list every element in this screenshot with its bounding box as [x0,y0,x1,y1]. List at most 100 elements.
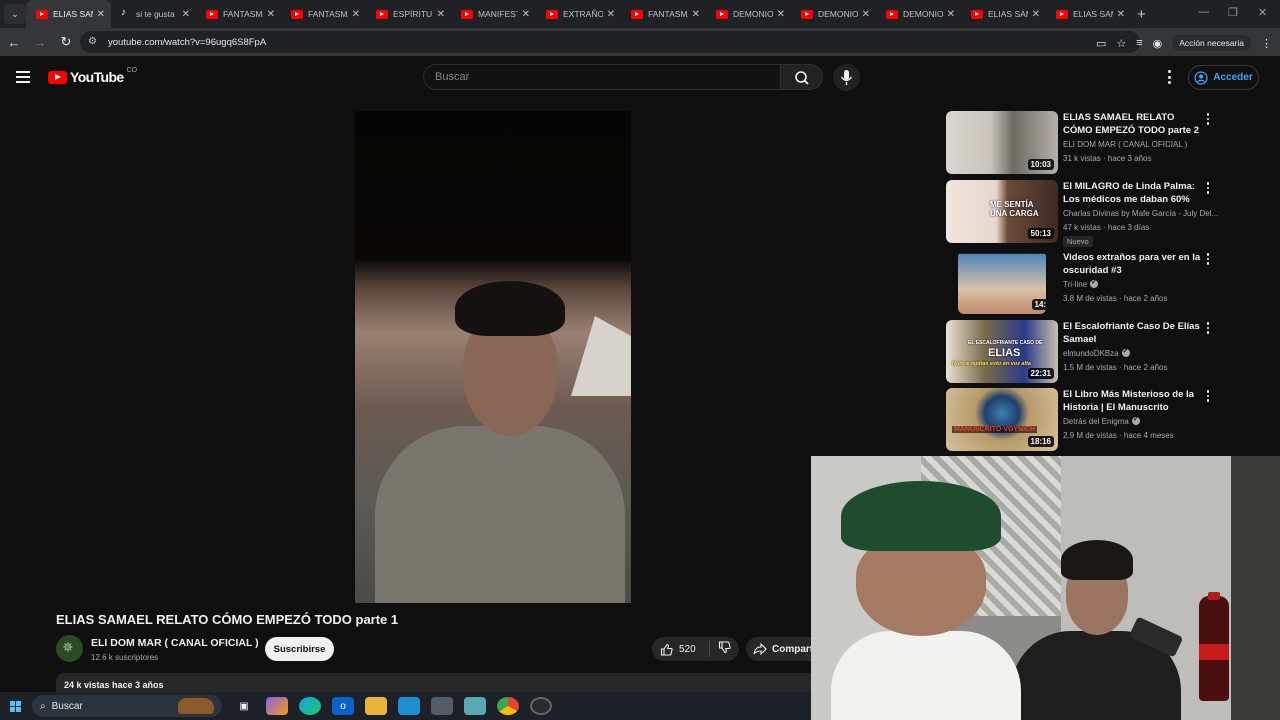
recommendation-meta: 47 k vistas · hace 3 días [1063,223,1150,232]
recommendation-channel[interactable]: Tri-line [1063,280,1218,289]
reading-list-icon[interactable]: ≡ [1136,37,1142,49]
browser-menu-icon[interactable]: ⋮ [1261,37,1272,50]
thumbs-up-icon [660,643,673,656]
file-explorer-icon[interactable] [365,697,387,715]
more-actions-icon[interactable] [1204,322,1212,336]
close-tab-icon[interactable]: ✕ [1032,9,1040,20]
more-actions-icon[interactable] [1204,182,1212,196]
recommendation-title[interactable]: El Libro Más Misterioso de la Historia |… [1063,388,1203,414]
browser-tab[interactable]: ELIAS SAMAEL ✕ [26,0,111,28]
close-tab-icon[interactable]: ✕ [437,9,445,20]
close-tab-icon[interactable]: ✕ [182,9,190,20]
dislike-button[interactable] [710,641,731,657]
screen: ⌄ ELIAS SAMAEL✕si te gusta✕FANTASMA✕FANT… [0,0,1280,720]
more-actions-icon[interactable] [1204,113,1212,127]
browser-tab[interactable]: ELIAS SAM ✕ [1046,0,1131,28]
recommendation-title[interactable]: El Escalofriante Caso De Elías Samael [1063,320,1203,346]
video-player[interactable] [355,111,631,603]
youtube-logo[interactable]: YouTube CO [48,67,137,85]
minimize-icon[interactable]: — [1198,6,1209,18]
channel-avatar[interactable] [56,635,83,662]
bookmark-star-icon[interactable]: ☆ [1116,37,1126,50]
video-thumbnail[interactable]: 10:03 [946,111,1058,174]
close-tab-icon[interactable]: ✕ [352,9,360,20]
sign-in-button[interactable]: Acceder [1188,65,1259,90]
browser-tab[interactable]: DEMONIO ✕ [791,0,876,28]
taskbar-search[interactable]: ⌕ Buscar [32,695,222,717]
browser-tab[interactable]: EXTRAÑO ✕ [536,0,621,28]
more-actions-icon[interactable] [1204,390,1212,404]
close-tab-icon[interactable]: ✕ [1117,9,1125,20]
close-tab-icon[interactable]: ✕ [692,9,700,20]
close-tab-icon[interactable]: ✕ [522,9,530,20]
like-button[interactable]: 520 [652,641,710,657]
youtube-icon [1056,9,1068,19]
close-tab-icon[interactable]: ✕ [947,9,955,20]
video-thumbnail[interactable]: ME SENTÍA UNA CARGA 50:13 [946,180,1058,243]
notepad-icon[interactable] [464,697,486,715]
task-view-icon[interactable]: ▣ [233,697,255,715]
close-tab-icon[interactable]: ✕ [267,9,275,20]
restore-icon[interactable]: ❐ [1228,6,1238,19]
more-actions-icon[interactable] [1204,253,1212,267]
calculator-icon[interactable] [431,697,453,715]
browser-tab[interactable]: FANTASMA ✕ [281,0,366,28]
copilot-icon[interactable] [266,697,288,715]
browser-tab[interactable]: si te gusta ✕ [111,0,196,28]
video-thumbnail[interactable]: MANUSCRITO VOYNICH 18:16 [946,388,1058,451]
recommendation-item[interactable]: ME SENTÍA UNA CARGA 50:13 El MILAGRO de Li… [946,180,1266,247]
menu-icon[interactable] [16,71,30,83]
recommendation-item[interactable]: MANUSCRITO VOYNICH 18:16 El Libro Más Mist… [946,388,1266,452]
browser-tab[interactable]: FANTASMA ✕ [196,0,281,28]
url-text[interactable]: youtube.com/watch?v=96ugq6S8FpA [108,37,266,48]
recommendation-title[interactable]: El MILAGRO de Linda Palma: Los médicos m… [1063,180,1203,206]
edge-icon[interactable] [299,697,321,715]
reload-icon[interactable]: ↻ [54,34,78,50]
tab-search-button[interactable]: ⌄ [4,4,26,24]
action-required-button[interactable]: Acción necesaria [1172,35,1251,51]
recommendation-item[interactable]: 10:03 ELIAS SAMAEL RELATO CÓMO EMPEZÓ TOD… [946,111,1266,175]
cast-icon[interactable]: ▭ [1096,37,1106,50]
close-tab-icon[interactable]: ✕ [862,9,870,20]
recommendation-item[interactable]: EL ESCALOFRIANTE CASO DE ELIAS Nunca repit… [946,320,1266,384]
subscribe-button[interactable]: Suscribirse [265,637,334,661]
browser-tab[interactable]: DEMONIO ✕ [706,0,791,28]
search-input[interactable]: Buscar [423,64,781,90]
back-icon[interactable]: ← [2,35,26,50]
voice-search-button[interactable] [833,64,860,91]
outlook-icon[interactable]: o [332,697,354,715]
close-tab-icon[interactable]: ✕ [777,9,785,20]
video-thumbnail[interactable]: EL ESCALOFRIANTE CASO DE ELIAS Nunca repit… [946,320,1058,383]
forward-icon[interactable]: → [28,35,52,50]
browser-tab[interactable]: ESPÍRITU ✕ [366,0,451,28]
recommendation-channel[interactable]: Charlas Divinas by Mafe García - July De… [1063,209,1218,218]
video-thumbnail[interactable]: 14:14 [958,251,1046,314]
recommendation-channel[interactable]: ELI DOM MAR ( CANAL OFICIAL ) [1063,140,1218,149]
recommendation-item[interactable]: 14:14 Videos extraños para ver en la oscu… [946,251,1266,315]
browser-tab[interactable]: MANIFEST ✕ [451,0,536,28]
obs-icon[interactable] [530,697,552,715]
close-tab-icon[interactable]: ✕ [97,9,105,20]
close-tab-icon[interactable]: ✕ [607,9,615,20]
site-info-icon[interactable]: ⚙ [88,36,100,48]
channel-label: Detrás del Enigma [1063,417,1129,426]
tab-label: ESPÍRITU [393,9,433,19]
start-button[interactable] [0,700,30,712]
chrome-icon[interactable] [497,697,519,715]
new-tab-button[interactable]: + [1137,6,1146,23]
store-icon[interactable] [398,697,420,715]
recommendation-title[interactable]: Videos extraños para ver en la oscuridad… [1063,251,1203,277]
recommendation-title[interactable]: ELIAS SAMAEL RELATO CÓMO EMPEZÓ TODO par… [1063,111,1203,137]
recommendation-channel[interactable]: Detrás del Enigma [1063,417,1218,426]
profile-icon[interactable]: ◉ [1153,37,1163,50]
browser-tab[interactable]: DEMONIO ✕ [876,0,961,28]
search-button[interactable] [781,64,823,90]
settings-kebab-icon[interactable] [1163,70,1175,86]
recommendation-channel[interactable]: elmundoDKBza [1063,349,1218,358]
browser-tab[interactable]: ELIAS SAM ✕ [961,0,1046,28]
close-window-icon[interactable]: ✕ [1258,6,1267,19]
logo-text: YouTube [70,69,124,85]
channel-name[interactable]: ELI DOM MAR ( CANAL OFICIAL ) [91,637,259,649]
omnibox[interactable]: ⚙ youtube.com/watch?v=96ugq6S8FpA [80,31,1140,53]
browser-tab[interactable]: FANTASMA ✕ [621,0,706,28]
